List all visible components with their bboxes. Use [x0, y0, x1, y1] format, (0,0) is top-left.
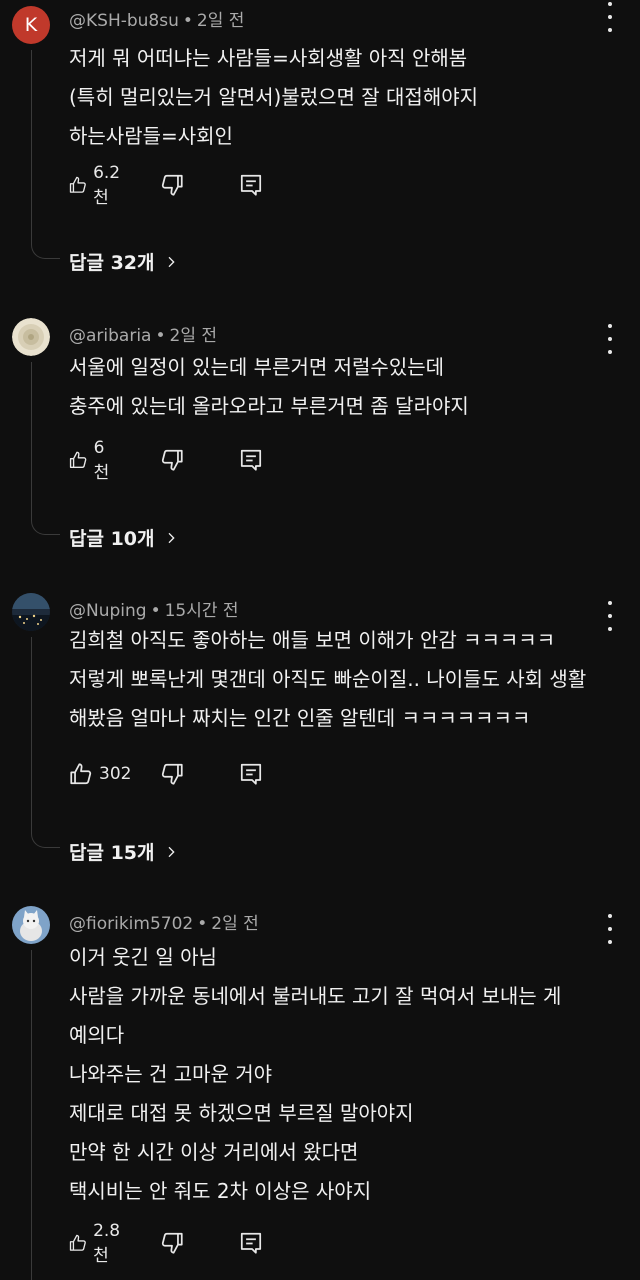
thumbs-up-icon [68, 1230, 88, 1256]
comment-meta: @aribaria • 2일 전 [69, 321, 217, 346]
reply-button[interactable] [238, 1228, 264, 1258]
dislike-button[interactable] [159, 759, 185, 789]
comment-time: 2일 전 [196, 11, 245, 31]
chevron-right-icon [163, 254, 179, 270]
comment-line: 사람을 가까운 동네에서 불러내도 고기 잘 먹여서 보내는 게 [69, 984, 562, 1008]
comment-meta: @Nuping • 15시간 전 [69, 596, 239, 621]
dislike-button[interactable] [159, 170, 185, 200]
reply-icon [238, 172, 264, 198]
reply-button[interactable] [238, 759, 264, 789]
comment-line: 나와주는 건 고마운 거야 [69, 1062, 273, 1086]
comment-line: 제대로 대접 못 하겠으면 부르질 말아야지 [69, 1101, 414, 1125]
like-count: 302 [99, 764, 132, 784]
night-city-avatar-icon [12, 593, 50, 631]
thumbs-down-icon [159, 172, 185, 198]
comment-text: 저게 뭐 어떠냐는 사람들=사회생활 아직 안해봄 (특히 멀리있는거 알면서)… [69, 39, 629, 156]
avatar[interactable] [12, 593, 50, 631]
like-button[interactable]: 302 [68, 759, 131, 789]
comment-line: 해봤음 얼마나 짜치는 인간 인줄 알텐데 ㅋㅋㅋㅋㅋㅋㅋ [69, 706, 531, 730]
comment-line: 예의다 [69, 1023, 125, 1047]
view-replies-button[interactable]: 답글 10개 [69, 524, 179, 551]
reply-button[interactable] [238, 445, 264, 475]
comment-line: 충주에 있는데 올라오라고 부른거면 좀 달라야지 [69, 394, 469, 418]
chevron-right-icon [163, 844, 179, 860]
comment-line: 저렇게 뽀록난게 몇갠데 아직도 빠순이질.. 나이들도 사회 생활 [69, 667, 587, 691]
reply-button[interactable] [238, 170, 264, 200]
thread-line [31, 50, 60, 259]
comment-line: 이거 웃긴 일 아님 [69, 945, 217, 969]
comment-line: 하는사람들=사회인 [69, 124, 233, 148]
avatar[interactable]: K [12, 6, 50, 44]
author-name[interactable]: @fiorikim5702 [69, 914, 193, 934]
author-name[interactable]: @Nuping [69, 601, 147, 621]
shell-avatar-icon [12, 318, 50, 356]
like-count: 2.8천 [93, 1220, 121, 1266]
thumbs-up-icon [68, 172, 88, 198]
thumbs-up-icon [68, 761, 94, 787]
comment-line: 서울에 일정이 있는데 부른거면 저럴수있는데 [69, 355, 445, 379]
author-name[interactable]: @KSH-bu8su [69, 11, 179, 31]
comment-meta: @fiorikim5702 • 2일 전 [69, 909, 259, 934]
comment-text: 서울에 일정이 있는데 부른거면 저럴수있는데 충주에 있는데 올라오라고 부른… [69, 348, 629, 426]
thumbs-up-icon [68, 447, 89, 473]
comment-line: 만약 한 시간 이상 거리에서 왔다면 [69, 1140, 359, 1164]
comment-line: (특히 멀리있는거 알면서)불렀으면 잘 대접해야지 [69, 85, 479, 109]
view-replies-button[interactable]: 답글 32개 [69, 248, 179, 275]
reply-icon [238, 1230, 264, 1256]
dislike-button[interactable] [159, 1228, 185, 1258]
like-button[interactable]: 2.8천 [68, 1221, 126, 1266]
like-count: 6.2천 [93, 162, 121, 208]
chevron-right-icon [163, 530, 179, 546]
author-name[interactable]: @aribaria [69, 326, 151, 346]
like-button[interactable]: 6.2천 [68, 163, 126, 208]
comment-time: 2일 전 [169, 326, 218, 346]
more-options-icon[interactable] [600, 2, 620, 32]
replies-label: 답글 32개 [69, 252, 155, 274]
meta-separator: • [182, 11, 193, 31]
reply-icon [238, 761, 264, 787]
dislike-button[interactable] [159, 445, 185, 475]
comment-line: 김희철 아직도 좋아하는 애들 보면 이해가 안감 ㅋㅋㅋㅋㅋ [69, 628, 556, 652]
thread-line [31, 637, 60, 848]
replies-label: 답글 10개 [69, 528, 155, 550]
replies-label: 답글 15개 [69, 842, 155, 864]
avatar[interactable] [12, 318, 50, 356]
meta-separator: • [197, 914, 208, 934]
thumbs-down-icon [159, 447, 185, 473]
thread-line [31, 362, 60, 535]
comment-text: 김희철 아직도 좋아하는 애들 보면 이해가 안감 ㅋㅋㅋㅋㅋ 저렇게 뽀록난게… [69, 621, 629, 738]
cat-avatar-icon [12, 906, 50, 944]
meta-separator: • [150, 601, 161, 621]
thumbs-down-icon [159, 761, 185, 787]
reply-icon [238, 447, 264, 473]
comment-time: 2일 전 [211, 914, 259, 934]
like-count: 6천 [93, 437, 110, 483]
thread-line [31, 950, 32, 1280]
view-replies-button[interactable]: 답글 15개 [69, 838, 179, 865]
comment-line: 저게 뭐 어떠냐는 사람들=사회생활 아직 안해봄 [69, 46, 468, 70]
thumbs-down-icon [159, 1230, 185, 1256]
avatar[interactable] [12, 906, 50, 944]
meta-separator: • [155, 326, 166, 346]
comment-line: 택시비는 안 줘도 2차 이상은 사야지 [69, 1179, 372, 1203]
comment-time: 15시간 전 [164, 601, 239, 621]
comment-text: 이거 웃긴 일 아님 사람을 가까운 동네에서 불러내도 고기 잘 먹여서 보내… [69, 938, 629, 1211]
comment-meta: @KSH-bu8su • 2일 전 [69, 6, 244, 31]
like-button[interactable]: 6천 [68, 438, 115, 483]
